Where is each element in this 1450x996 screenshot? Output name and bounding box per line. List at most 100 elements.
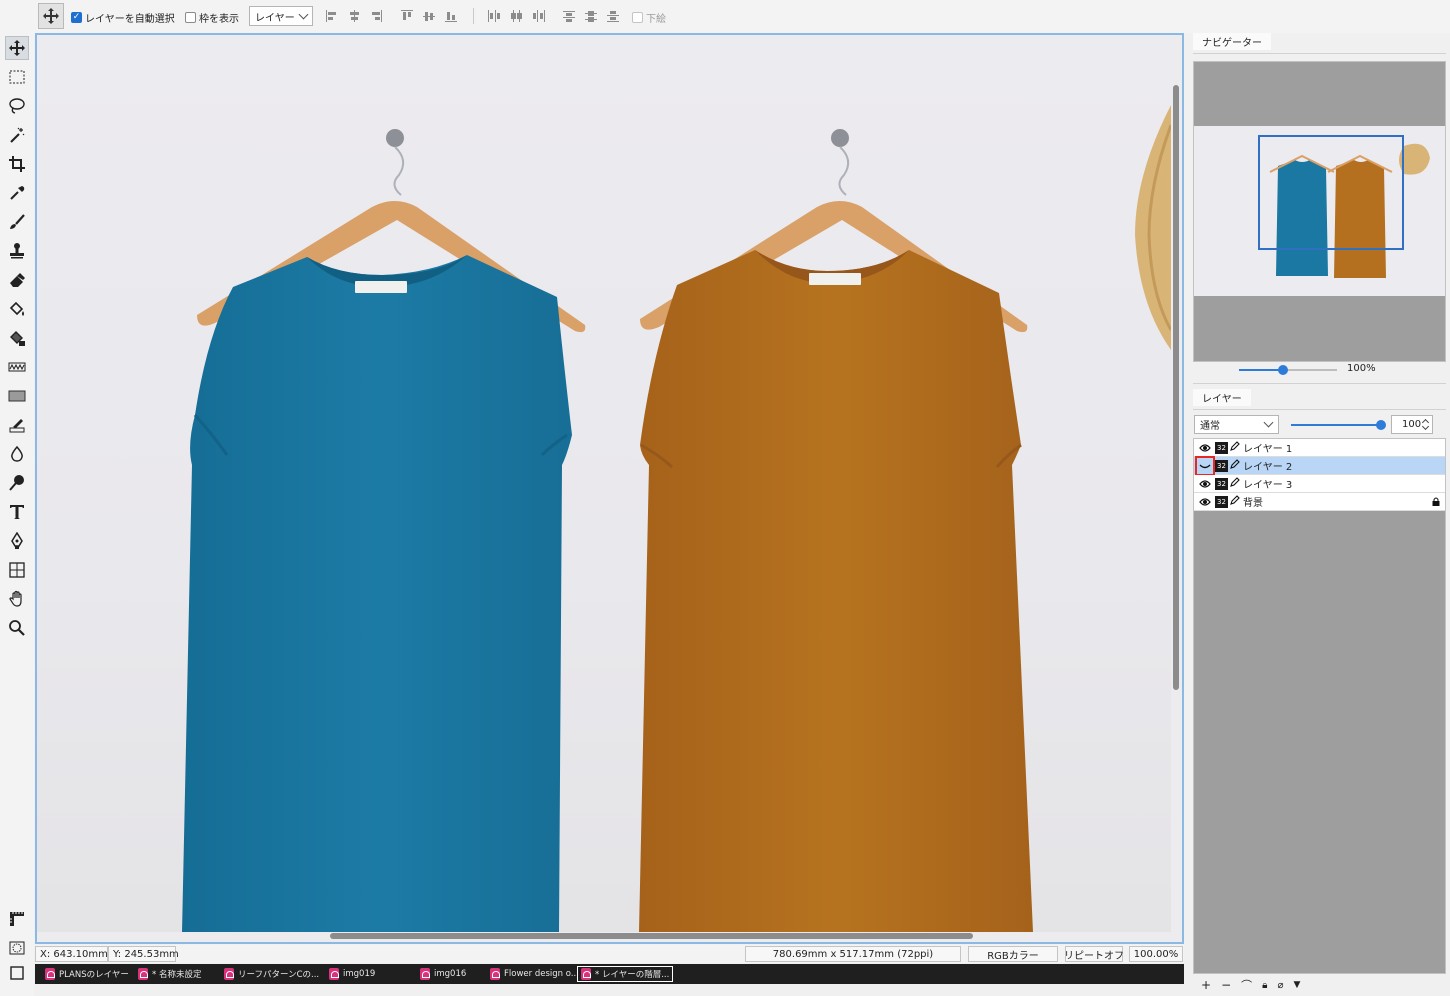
doc-tab-active[interactable]: * レイヤーの階層... [577,966,674,982]
layer-name: レイヤー 2 [1243,462,1293,473]
navigator-zoom-label: 100% [1347,363,1376,374]
clip-icon[interactable]: ⌀ [1277,980,1283,991]
slider-knob[interactable] [1376,420,1386,430]
pencil-icon [1230,441,1240,454]
pen-tool[interactable] [5,529,29,553]
align-right-icon[interactable] [369,9,383,23]
opacity-input[interactable]: 100 [1391,415,1433,434]
crop-tool[interactable] [5,152,29,176]
opacity-slider[interactable] [1291,420,1386,430]
doc-tab[interactable]: * 名称未設定 [138,966,201,982]
brush-tool[interactable] [5,210,29,234]
gradient-fill-tool[interactable] [5,326,29,350]
auto-select-checkbox[interactable]: ✓ レイヤーを自動選択 [71,10,175,25]
rect-select-tool[interactable] [5,65,29,89]
doc-tab-label: * 名称未設定 [152,970,202,980]
status-bar: X: 643.10mm Y: 245.53mm 780.69mm x 517.1… [35,945,1184,963]
show-bounds-checkbox[interactable]: 枠を表示 [185,10,239,25]
navigator-zoom-slider[interactable] [1239,365,1337,375]
pencil-icon [1230,477,1240,490]
blend-mode-dropdown[interactable]: 通常 [1194,415,1279,434]
dodge-tool[interactable] [5,471,29,495]
underlay-checkbox[interactable]: 下絵 [632,10,666,25]
hand-tool[interactable] [5,587,29,611]
zoom-readout[interactable]: 100.00% [1129,946,1183,962]
align-left-icon[interactable] [325,9,339,23]
doc-tab-label: img019 [343,969,376,979]
rectangle-icon [8,390,26,402]
distribute-hcenter-icon[interactable] [509,9,523,23]
layer-row[interactable]: 32 レイヤー 2 [1194,455,1445,476]
layer-row[interactable]: 32 レイヤー 3 [1194,475,1445,493]
underlay-label: 下絵 [646,14,666,25]
doc-tab[interactable]: Flower design o... [490,966,579,982]
slider-knob[interactable] [1278,365,1289,375]
align-top-icon[interactable] [400,9,414,23]
vertical-scrollbar[interactable] [1173,85,1179,690]
distribute-vcenter-icon[interactable] [584,9,598,23]
doc-tab[interactable]: img019 [329,966,375,982]
tab-navigator[interactable]: ナビゲーター [1193,33,1271,52]
distribute-right-icon[interactable] [531,9,545,23]
align-hcenter-icon[interactable] [347,9,361,23]
navigator-view-rect[interactable] [1258,135,1404,250]
blur-tool[interactable] [5,442,29,466]
screen-mode-tool[interactable] [5,961,29,985]
ruler-tool[interactable] [5,907,29,931]
document-image[interactable] [37,35,1171,932]
eye-icon[interactable] [1197,494,1213,510]
doc-tab[interactable]: PLANSのレイヤー [45,966,129,982]
eye-icon[interactable] [1197,440,1213,456]
doc-tab-label: * レイヤーの階層... [595,970,670,980]
wave-tool[interactable] [5,355,29,379]
lasso-tool[interactable] [5,94,29,118]
eye-closed-icon[interactable] [1195,455,1215,476]
tab-layers[interactable]: レイヤー [1193,389,1251,408]
link-icon[interactable]: ⌒ [1241,977,1252,993]
color-mode-readout[interactable]: RGBカラー [968,946,1058,962]
distribute-left-icon[interactable] [487,9,501,23]
spinner-icon[interactable] [1422,418,1429,431]
smudge-tool[interactable] [5,413,29,437]
transform-icon [9,562,25,578]
doc-tab[interactable]: リーフパターンCの... [224,966,319,982]
add-layer-icon[interactable]: + [1201,978,1211,992]
zoom-tool[interactable] [5,616,29,640]
quick-mask-tool[interactable] [5,936,29,960]
bit-depth-badge: 32 [1215,441,1228,454]
eraser-tool[interactable] [5,268,29,292]
distribute-top-icon[interactable] [562,9,576,23]
move-tool-option-button[interactable] [38,3,64,29]
rectangle-tool[interactable] [5,384,29,408]
text-tool[interactable] [5,500,29,524]
auto-select-mode-dropdown[interactable]: レイヤー [249,6,313,26]
move-icon [43,8,59,24]
chevron-down-icon [298,9,309,20]
layer-row[interactable]: 32 背景 [1194,493,1445,511]
horizontal-scrollbar[interactable] [330,933,973,939]
check-icon: ✓ [71,12,82,23]
align-vcenter-icon[interactable] [422,9,436,23]
fill-bucket-tool[interactable] [5,297,29,321]
checkbox-box [632,12,643,23]
transform-tool[interactable] [5,558,29,582]
document-tabs: PLANSのレイヤー * 名称未設定 リーフパターンCの... img019 i… [35,964,1184,984]
menu-down-icon[interactable]: ▼ [1293,980,1300,990]
eye-icon[interactable] [1197,476,1213,492]
lock-icon[interactable]: 🔒︎ [1262,980,1267,991]
distribute-bottom-icon[interactable] [606,9,620,23]
align-bottom-icon[interactable] [444,9,458,23]
delete-layer-icon[interactable]: − [1221,978,1231,992]
blend-mode-value: 通常 [1200,421,1220,432]
layer-name: レイヤー 3 [1243,480,1293,491]
canvas-area[interactable] [35,33,1184,944]
navigator-view[interactable] [1193,61,1446,362]
repeat-toggle[interactable]: リピートオフ [1064,946,1124,962]
doc-tab[interactable]: img016 [420,966,466,982]
layer-row[interactable]: 32 レイヤー 1 [1194,439,1445,457]
eyedropper-tool[interactable] [5,181,29,205]
stamp-tool[interactable] [5,239,29,263]
move-tool[interactable] [5,36,29,60]
show-bounds-label: 枠を表示 [199,14,239,25]
magic-wand-tool[interactable] [5,123,29,147]
